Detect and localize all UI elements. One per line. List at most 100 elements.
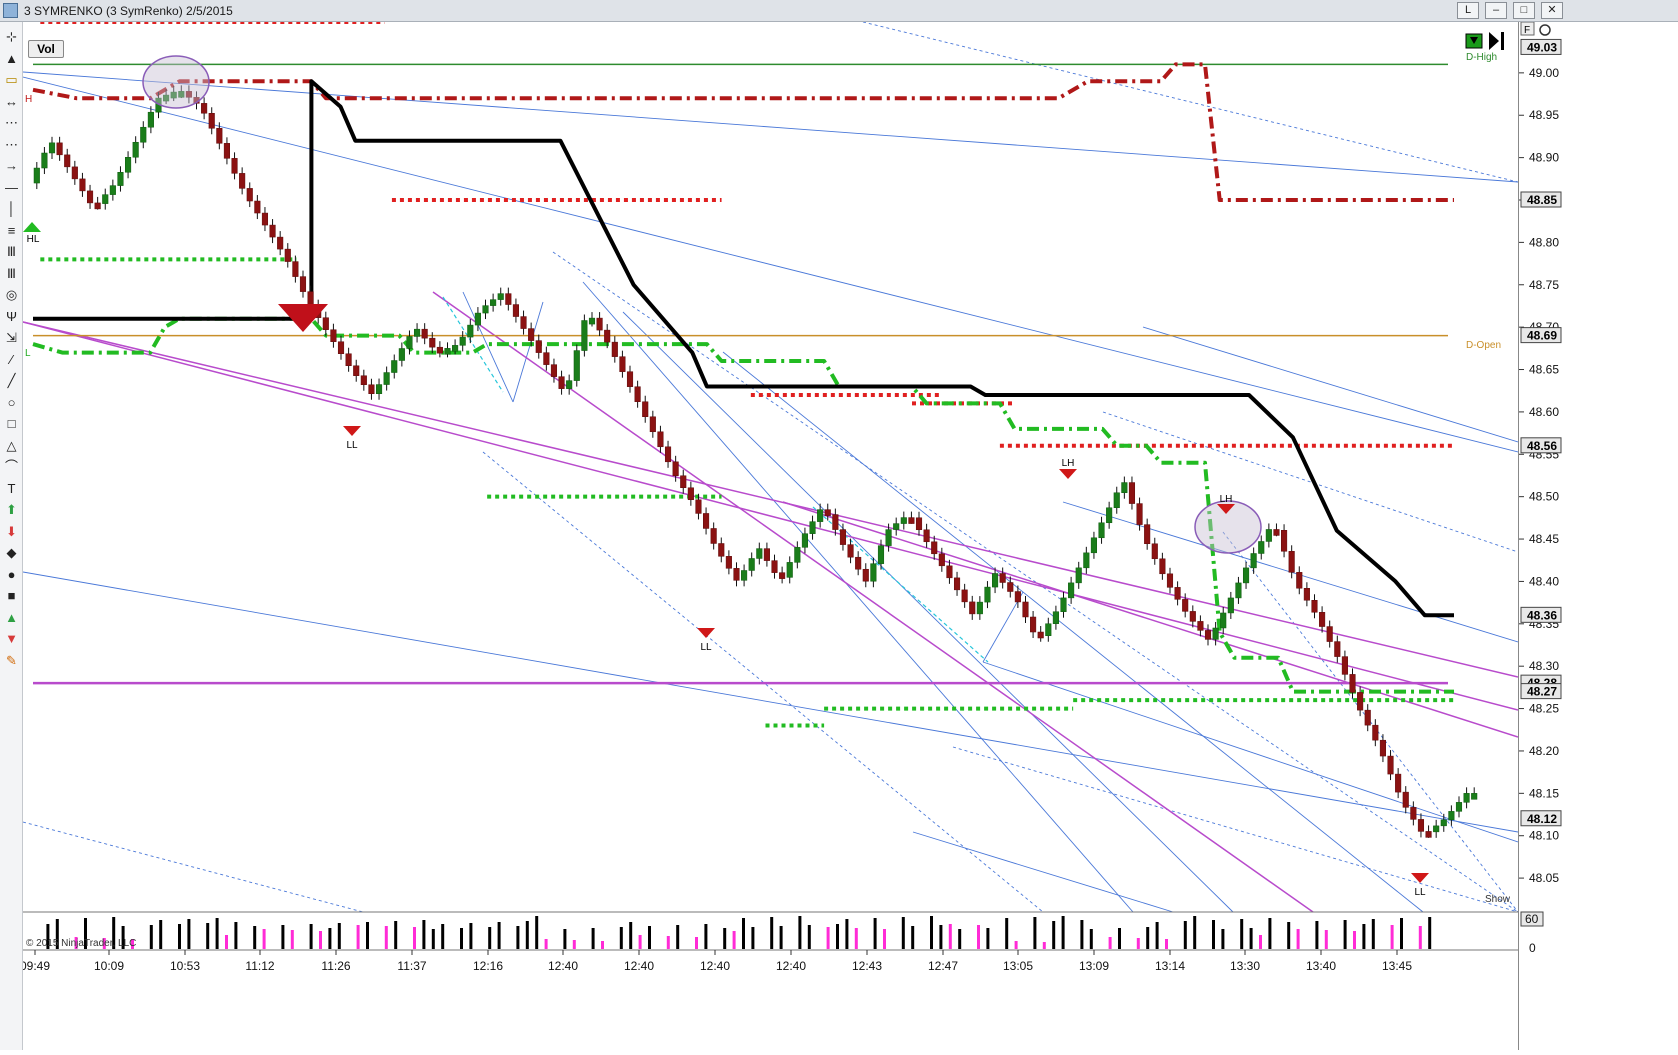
ll-label: LL [346,440,358,451]
trendline [22,71,1519,183]
x-tick-label: 11:37 [397,959,426,973]
hline-icon[interactable]: — [3,179,20,196]
volume-bar [488,927,492,949]
candle-down [1136,503,1143,525]
candle-up [893,523,900,530]
arrow-up-icon[interactable]: ▲ [3,50,20,67]
fib-icon[interactable]: Ⅲ [3,243,20,260]
x-tick-label: 12:40 [776,959,806,973]
volume-bar [648,926,651,949]
triangle-up-icon[interactable]: ▲ [3,609,20,626]
candle-down [421,328,428,339]
candle-down [946,565,953,579]
channel-icon[interactable]: ≡ [3,222,20,239]
volume-bar [591,928,595,949]
candle-up [809,521,816,534]
candle-down [908,517,915,524]
candle-down [923,529,930,543]
minimize-button[interactable]: – [1485,2,1507,19]
link-button[interactable]: L [1457,2,1479,19]
candle-down [938,553,945,567]
lh-label: LH [1220,494,1233,505]
magenta-trendline [782,501,1519,738]
h-label: H [25,94,32,105]
volume-bar [516,926,520,949]
candle-up [1433,825,1440,833]
candle-up [1083,552,1090,569]
candle-up [497,293,504,300]
volume-bar [1155,922,1159,949]
ray-icon[interactable]: ⁄ [3,351,20,368]
dot-icon[interactable]: ● [3,566,20,583]
candle-down [86,190,94,204]
triangle-down-icon[interactable]: ▼ [3,630,20,647]
candle-up [817,509,824,522]
target-icon[interactable]: ◎ [3,286,20,303]
arc-icon[interactable]: ⌒ [3,458,20,475]
arrow-line-icon[interactable]: ↔ [3,93,20,110]
candle-up [1121,482,1128,493]
candle-up [976,601,983,615]
y-tick-label: 48.05 [1529,871,1559,885]
volume-bar [1108,937,1112,949]
candle-down [931,541,938,555]
price-tag-label: 48.69 [1527,329,1557,343]
line-icon[interactable]: ╱ [3,372,20,389]
candle-down [1417,819,1425,832]
candle-down [1349,674,1356,693]
rect-icon[interactable]: ▭ [3,71,20,88]
candle-down [1144,524,1151,545]
arrow-right-icon[interactable]: → [3,157,20,174]
candle-down [999,573,1006,583]
volume-bar [563,929,567,949]
price-tag-label: 48.85 [1527,193,1557,207]
volume-bar [883,929,886,949]
regression-icon[interactable]: ⇲ [3,329,20,346]
candle-down [345,353,352,367]
candle-down [1303,587,1310,601]
candle-up [1242,567,1250,584]
x-tick-label: 12:40 [624,959,654,973]
dots-line2-icon[interactable]: ⋯ [3,136,20,153]
pitchfork-icon[interactable]: Ψ [3,308,20,325]
stop-icon[interactable]: ■ [3,587,20,604]
square-icon[interactable]: □ [3,415,20,432]
triangle-icon[interactable]: △ [3,437,20,454]
dots-line-icon[interactable]: ⋯ [3,114,20,131]
up-arrow-icon[interactable]: ⬆ [3,501,20,518]
close-button[interactable]: ✕ [1541,2,1563,19]
maximize-button[interactable]: □ [1513,2,1535,19]
chart-svg[interactable]: LLLLLLLHLHHLHLD-HighD-OpenShow© 2015 Nin… [20,20,1519,1050]
price-axis[interactable]: 49.0048.9548.9048.8548.8048.7548.7048.65… [1518,21,1678,1050]
candle-down [763,548,770,561]
volume-bar [1014,941,1018,949]
y-tick-label: 48.25 [1529,702,1559,716]
volume-bar [1165,939,1168,949]
candle-down [322,317,329,330]
y-tick-label: 48.15 [1529,786,1559,800]
volume-bar [1005,918,1009,949]
y-tick-label: 48.10 [1529,829,1559,843]
ll-label: LL [700,642,712,653]
text-icon[interactable]: T [3,480,20,497]
candle-down [436,346,443,354]
candle-up [581,320,588,351]
circle-icon[interactable]: ○ [3,394,20,411]
price-chart[interactable]: LL LL LL LH LH HL H L D-High D-Open Show © 2015 Nin… [20,20,1519,1050]
crosshair-icon[interactable]: ⊹ [3,28,20,45]
down-arrow-icon[interactable]: ⬇ [3,523,20,540]
pencil-icon[interactable]: ✎ [3,652,20,669]
candle-down [512,304,519,317]
volume-bar [1315,921,1319,949]
candle-up [1258,541,1265,554]
candle-down [687,487,694,501]
volume-indicator-tag[interactable]: Vol [28,40,64,58]
candle-up [102,194,109,204]
candle-up [398,348,405,361]
volume-bar [225,935,228,949]
candle-up [794,547,801,563]
candle-down [1128,482,1136,504]
diamond-icon[interactable]: ◆ [3,544,20,561]
vline-icon[interactable]: │ [3,200,20,217]
fib2-icon[interactable]: Ⅲ [3,265,20,282]
